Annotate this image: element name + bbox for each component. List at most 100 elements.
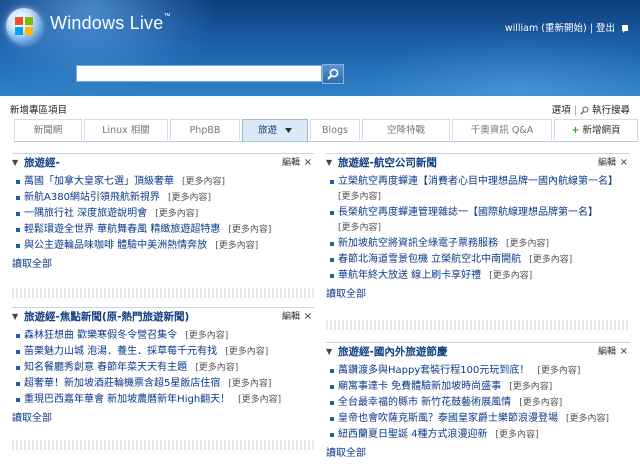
news-list: 立榮航空再度蟬連【消費者心目中理想品牌一國內航線第一名】 [更多內容] 長榮航空再… xyxy=(326,174,630,284)
module-title[interactable]: 旅遊經-國內外旅遊節慶 xyxy=(338,343,447,361)
windows-logo-icon xyxy=(6,8,42,44)
module-title[interactable]: 旅遊經-焦點新聞(原-熱門旅遊新聞) xyxy=(24,308,189,326)
brand-title[interactable]: Windows Live™ xyxy=(50,13,171,34)
more-link[interactable]: [更多內容] xyxy=(155,209,198,219)
more-link[interactable]: [更多內容] xyxy=(185,331,228,341)
edit-link[interactable]: 編輯 xyxy=(598,343,616,361)
more-link[interactable]: [更多內容] xyxy=(182,177,225,187)
search-button[interactable] xyxy=(322,64,344,84)
news-link[interactable]: 立榮航空再度蟬連【消費者心目中理想品牌一國內航線第一名】 xyxy=(338,176,618,187)
read-all-link[interactable]: 讀取全部 xyxy=(12,409,314,424)
list-item: 新航A380網站引領飛航新視界 [更多內容] xyxy=(12,190,314,206)
module-festivals: ▼ 旅遊經-國內外旅遊節慶 編輯 × 萬鑽渡多與Happy套裝行程100元玩到底… xyxy=(326,342,630,459)
news-link[interactable]: 一隅旅行社 深度旅遊說明會 xyxy=(24,208,147,219)
module-header: ▼ 旅遊經-國內外旅遊節慶 編輯 × xyxy=(326,343,630,361)
help-icon[interactable] xyxy=(620,24,630,34)
read-all-link[interactable]: 讀取全部 xyxy=(326,444,630,459)
news-link[interactable]: 森林狂想曲 歡樂寒假冬令營召集令 xyxy=(24,330,177,341)
news-link[interactable]: 苗栗魅力山城 泡湯．養生．採草莓千元有找 xyxy=(24,346,217,357)
tab-add-page[interactable]: + 新增網頁 xyxy=(554,119,638,140)
news-link[interactable]: 與公主遊輪品味咖啡 體驗中美洲熱情奔放 xyxy=(24,240,207,251)
tab-travel[interactable]: 旅遊 xyxy=(242,119,308,141)
close-icon[interactable]: × xyxy=(620,343,628,361)
news-link[interactable]: 全台最幸福的縣市 新竹花鼓藝術展風情 xyxy=(338,397,511,408)
more-link[interactable]: [更多內容] xyxy=(506,239,549,249)
module-title[interactable]: 旅遊經- xyxy=(24,154,60,172)
tab-news[interactable]: 新聞網 xyxy=(14,119,82,140)
close-icon[interactable]: × xyxy=(304,154,312,172)
collapse-icon[interactable]: ▼ xyxy=(12,308,18,326)
toolbar-right: 選項 | 執行搜尋 xyxy=(552,102,630,116)
tab-linux[interactable]: Linux 相關 xyxy=(84,119,168,140)
more-link[interactable]: [更多內容] xyxy=(215,241,258,251)
news-list: 萬國「加拿大皇家七選」頂級奢華 [更多內容] 新航A380網站引領飛航新視界 [更多… xyxy=(12,174,314,254)
collapse-icon[interactable]: ▼ xyxy=(12,154,18,172)
options-link[interactable]: 選項 xyxy=(552,105,571,116)
module-divider xyxy=(12,288,314,298)
tab-blogs[interactable]: Blogs xyxy=(310,119,360,140)
module-divider xyxy=(12,440,314,450)
news-link[interactable]: 萬鑽渡多與Happy套裝行程100元玩到底！ xyxy=(338,365,529,376)
more-link[interactable]: [更多內容] xyxy=(238,395,281,405)
more-link[interactable]: [更多內容] xyxy=(338,192,381,202)
more-link[interactable]: [更多內容] xyxy=(168,193,211,203)
news-link[interactable]: 長榮航空再度蟬連管理雜誌一【國際航線理想品牌第一名】 xyxy=(338,207,598,218)
list-item: 春節北海道雪景包機 立榮航空北中南開航 [更多內容] xyxy=(326,252,630,268)
news-link[interactable]: 華航年終大放送 線上刷卡享好禮 xyxy=(338,270,481,281)
module-title[interactable]: 旅遊經-航空公司新聞 xyxy=(338,154,437,172)
more-link[interactable]: [更多內容] xyxy=(496,430,539,440)
module-header: ▼ 旅遊經-焦點新聞(原-熱門旅遊新聞) 編輯 × xyxy=(12,308,314,326)
more-link[interactable]: [更多內容] xyxy=(338,223,381,233)
news-link[interactable]: 新航A380網站引領飛航新視界 xyxy=(24,192,160,203)
tab-qa[interactable]: 千奧資訊 Q&A xyxy=(452,119,552,140)
more-link[interactable]: [更多內容] xyxy=(529,255,572,265)
read-all-link[interactable]: 讀取全部 xyxy=(12,255,314,270)
more-link[interactable]: [更多內容] xyxy=(537,366,580,376)
news-link[interactable]: 知名餐廳秀創意 春節年菜天天有主題 xyxy=(24,362,187,373)
add-section-item-link[interactable]: 新增專區項目 xyxy=(10,102,67,116)
module-travel: ▼ 旅遊經- 編輯 × 萬國「加拿大皇家七選」頂級奢華 [更多內容] 新航A380… xyxy=(12,153,314,270)
news-link[interactable]: 超奢華！新加坡酒莊輪機票含超5星飯店住宿 xyxy=(24,378,220,389)
more-link[interactable]: [更多內容] xyxy=(228,225,271,235)
module-header: ▼ 旅遊經- 編輯 × xyxy=(12,154,314,172)
run-search-link[interactable]: 執行搜尋 xyxy=(592,105,630,116)
tab-label: 千奧資訊 Q&A xyxy=(470,125,534,136)
news-link[interactable]: 重現巴西嘉年華會 新加坡農曆新年High翻天！ xyxy=(24,394,230,405)
search-input[interactable] xyxy=(76,65,322,82)
tab-phpbb[interactable]: PhpBB xyxy=(170,119,240,140)
news-link[interactable]: 紐西蘭夏日聖誕 4種方式浪漫迎新 xyxy=(338,429,488,440)
more-link[interactable]: [更多內容] xyxy=(489,271,532,281)
edit-link[interactable]: 編輯 xyxy=(282,154,300,172)
more-link[interactable]: [更多內容] xyxy=(566,414,609,424)
news-link[interactable]: 萬國「加拿大皇家七選」頂級奢華 xyxy=(24,176,174,187)
more-link[interactable]: [更多內容] xyxy=(509,382,552,392)
more-link[interactable]: [更多內容] xyxy=(228,379,271,389)
list-item: 立榮航空再度蟬連【消費者心目中理想品牌一國內航線第一名】 [更多內容] xyxy=(326,174,630,205)
tab-airborne[interactable]: 空降特戰 xyxy=(362,119,450,140)
chevron-down-icon[interactable] xyxy=(285,128,293,133)
close-icon[interactable]: × xyxy=(304,308,312,326)
tab-label: 空降特戰 xyxy=(386,125,425,136)
read-all-link[interactable]: 讀取全部 xyxy=(326,285,630,300)
news-link[interactable]: 皇帝也會吹薩克斯風？泰國皇家爵士樂節浪漫登場 xyxy=(338,413,558,424)
news-link[interactable]: 新加坡航空將資訊全綠電子票務服務 xyxy=(338,238,498,249)
news-link[interactable]: 廟寓事達卡 免費體驗新加坡時尚盛事 xyxy=(338,381,501,392)
tab-label: Blogs xyxy=(322,125,348,136)
collapse-icon[interactable]: ▼ xyxy=(326,154,332,172)
signout-link[interactable]: 登出 xyxy=(596,23,615,34)
user-name-link[interactable]: william (重新開始) xyxy=(505,23,587,34)
more-link[interactable]: [更多內容] xyxy=(519,398,562,408)
news-link[interactable]: 春節北海道雪景包機 立榮航空北中南開航 xyxy=(338,254,521,265)
news-link[interactable]: 輕鬆環遊全世界 華航舞春風 精緻旅遊超特惠 xyxy=(24,224,220,235)
more-link[interactable]: [更多內容] xyxy=(225,347,268,357)
more-link[interactable]: [更多內容] xyxy=(195,363,238,373)
list-item: 一隅旅行社 深度旅遊說明會 [更多內容] xyxy=(12,206,314,222)
close-icon[interactable]: × xyxy=(620,154,628,172)
edit-link[interactable]: 編輯 xyxy=(598,154,616,172)
list-item: 與公主遊輪品味咖啡 體驗中美洲熱情奔放 [更多內容] xyxy=(12,238,314,254)
edit-link[interactable]: 編輯 xyxy=(282,308,300,326)
collapse-icon[interactable]: ▼ xyxy=(326,343,332,361)
user-bar: william (重新開始) | 登出 xyxy=(505,20,630,34)
list-item: 全台最幸福的縣市 新竹花鼓藝術展風情 [更多內容] xyxy=(326,395,630,411)
toolbar-separator: | xyxy=(573,105,577,116)
